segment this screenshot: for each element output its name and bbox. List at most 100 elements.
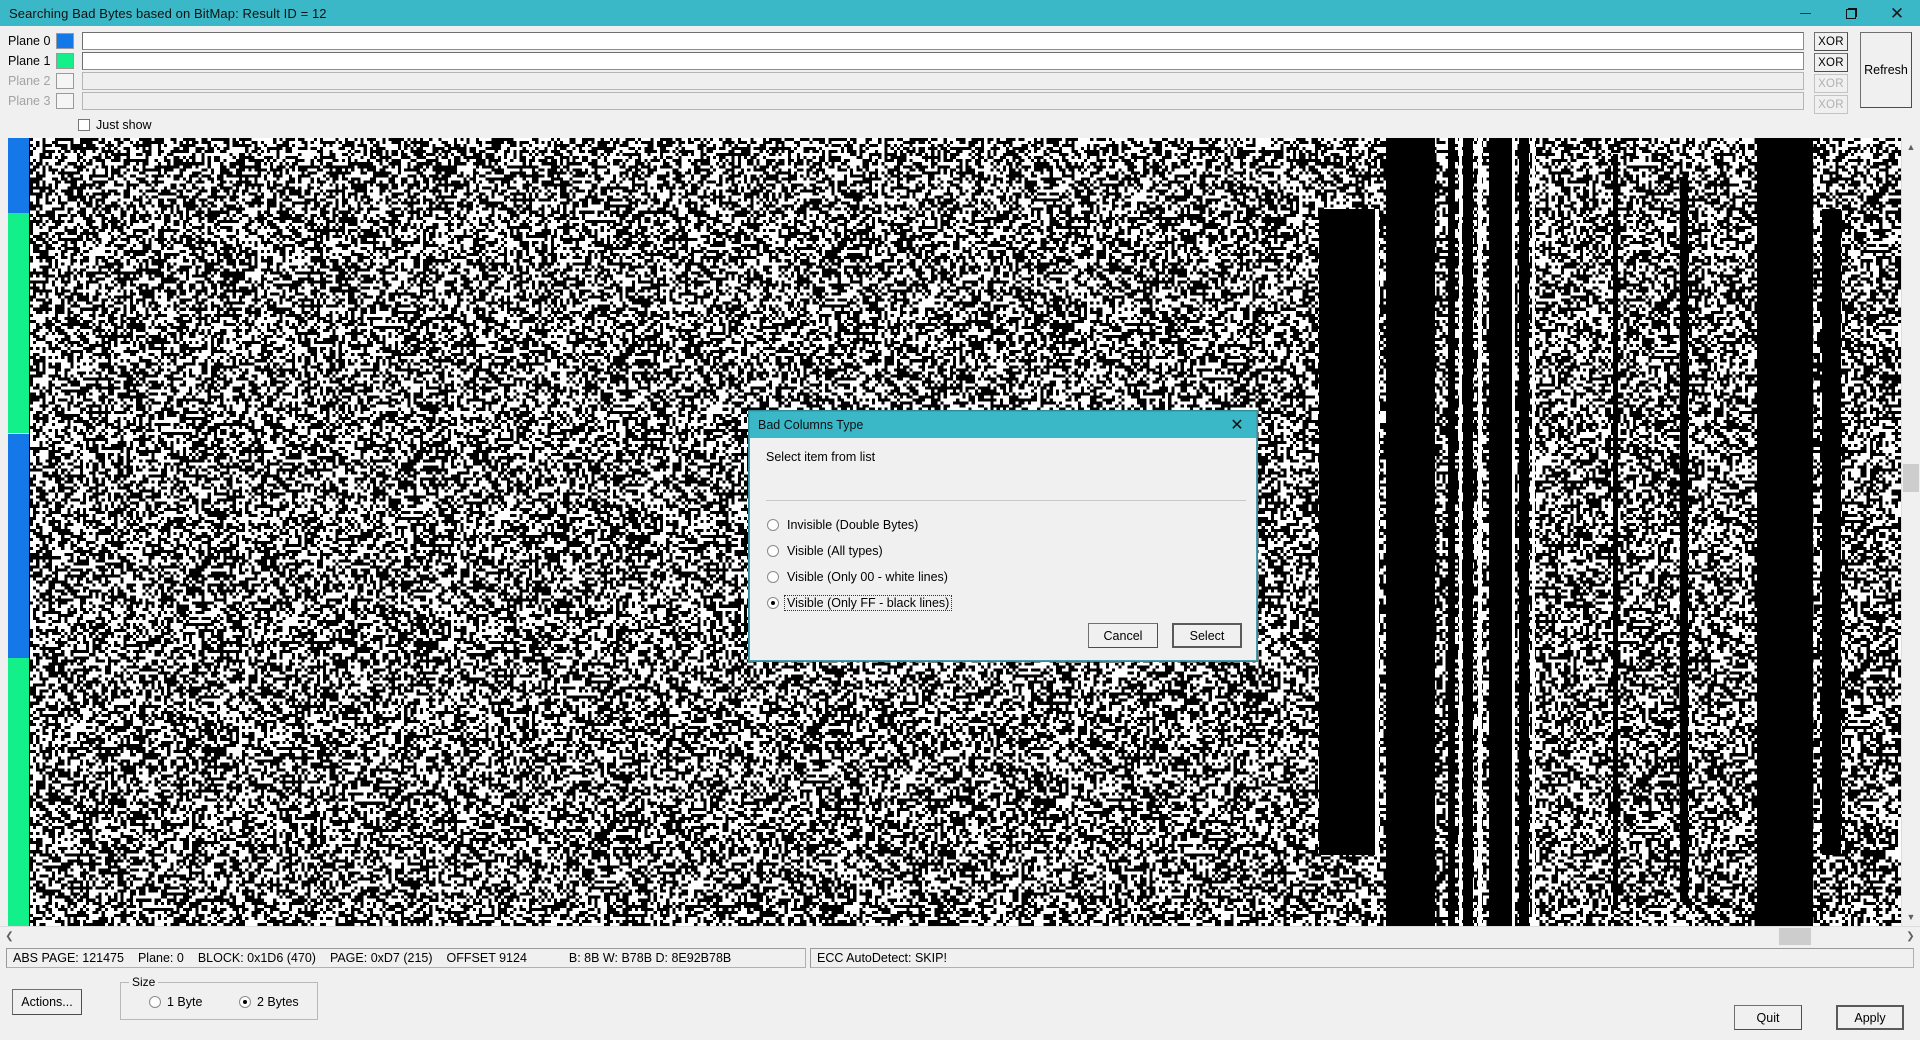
size-option-group: Size 1 Byte 2 Bytes bbox=[120, 975, 318, 1020]
close-button[interactable]: ✕ bbox=[1874, 0, 1920, 26]
scroll-left-arrow-icon[interactable]: ❮ bbox=[0, 927, 19, 946]
plane-color-swatch bbox=[56, 73, 74, 89]
status-info-panel: ABS PAGE: 121475 Plane: 0 BLOCK: 0x1D6 (… bbox=[6, 948, 806, 968]
plane-color-swatch bbox=[56, 93, 74, 109]
plane-label: Plane 2 bbox=[8, 74, 51, 88]
plane-row: Plane 0 bbox=[8, 30, 1808, 50]
plane-row: Plane 2 bbox=[8, 70, 1808, 90]
plane-strip-band bbox=[8, 658, 29, 926]
radio-icon bbox=[767, 545, 779, 557]
plane-pattern-input[interactable] bbox=[82, 32, 1804, 50]
plane-pattern-input bbox=[82, 92, 1804, 110]
plane-strip-band bbox=[8, 212, 29, 434]
plane-color-swatch[interactable] bbox=[56, 53, 74, 69]
option-label: Visible (All types) bbox=[787, 544, 883, 558]
bad-column-band bbox=[1680, 177, 1688, 903]
restore-button[interactable] bbox=[1828, 0, 1874, 26]
option-visible-only-00-white-lines[interactable]: Visible (Only 00 - white lines) bbox=[767, 567, 1256, 587]
plane-color-swatch[interactable] bbox=[56, 33, 74, 49]
vertical-scrollbar[interactable]: ▲ ▼ bbox=[1901, 138, 1920, 926]
plane-strip-band bbox=[8, 433, 29, 659]
bad-column-band bbox=[1756, 138, 1814, 926]
radio-icon bbox=[239, 996, 251, 1008]
minimize-icon bbox=[1799, 12, 1811, 14]
option-visible-only-ff-black-lines[interactable]: Visible (Only FF - black lines) bbox=[767, 593, 1256, 613]
xor-button-plane-3: XOR bbox=[1814, 95, 1848, 114]
xor-button-plane-1[interactable]: XOR bbox=[1814, 53, 1848, 72]
plane-strip-band bbox=[8, 138, 29, 213]
status-ecc-panel: ECC AutoDetect: SKIP! bbox=[810, 948, 1914, 968]
status-offset: OFFSET 9124 bbox=[446, 951, 527, 965]
window-titlebar: Searching Bad Bytes based on BitMap: Res… bbox=[0, 0, 1920, 26]
bad-column-band bbox=[1519, 138, 1529, 926]
plane-label: Plane 1 bbox=[8, 54, 51, 68]
option-label: Invisible (Double Bytes) bbox=[787, 518, 919, 532]
bad-column-band bbox=[1463, 138, 1473, 926]
horizontal-scroll-track[interactable] bbox=[19, 927, 1901, 946]
plane-label: Plane 0 bbox=[8, 34, 51, 48]
radio-icon bbox=[767, 597, 779, 609]
bad-column-band bbox=[1319, 208, 1376, 856]
size-option-2-bytes[interactable]: 2 Bytes bbox=[239, 995, 299, 1009]
bad-column-band bbox=[1448, 138, 1455, 926]
dialog-prompt: Select item from list bbox=[766, 450, 876, 464]
radio-icon bbox=[149, 996, 161, 1008]
just-show-label: Just show bbox=[96, 118, 152, 132]
bad-column-band bbox=[1612, 153, 1619, 911]
dialog-cancel-button[interactable]: Cancel bbox=[1088, 623, 1158, 648]
bad-column-white-line bbox=[1458, 138, 1462, 926]
status-block: BLOCK: 0x1D6 (470) bbox=[197, 951, 316, 965]
planes-panel: Plane 0 Plane 1 Plane 2 Plane 3 XOR XOR … bbox=[0, 26, 1920, 138]
xor-button-plane-2: XOR bbox=[1814, 74, 1848, 93]
plane-pattern-input[interactable] bbox=[82, 52, 1804, 70]
status-plane: Plane: 0 bbox=[137, 951, 184, 965]
plane-color-strip bbox=[8, 138, 30, 926]
plane-label: Plane 3 bbox=[8, 94, 51, 108]
option-visible-all-types[interactable]: Visible (All types) bbox=[767, 541, 1256, 561]
bottom-toolbar: Actions... Size 1 Byte 2 Bytes Quit Appl… bbox=[0, 971, 1920, 1040]
close-icon: ✕ bbox=[1230, 417, 1244, 434]
option-invisible-double-bytes[interactable]: Invisible (Double Bytes) bbox=[767, 515, 1256, 535]
status-bwd: B: 8B W: B78B D: 8E92B78B bbox=[568, 951, 732, 965]
dialog-titlebar: Bad Columns Type ✕ bbox=[750, 412, 1256, 438]
xor-button-plane-0[interactable]: XOR bbox=[1814, 32, 1848, 51]
plane-pattern-input bbox=[82, 72, 1804, 90]
bad-column-white-line bbox=[1511, 138, 1516, 926]
scroll-up-arrow-icon[interactable]: ▲ bbox=[1902, 138, 1920, 156]
dialog-select-button[interactable]: Select bbox=[1172, 623, 1242, 648]
bad-columns-type-dialog: Bad Columns Type ✕ Select item from list… bbox=[749, 411, 1257, 661]
bad-column-white-line bbox=[1532, 138, 1536, 926]
plane-row: Plane 3 bbox=[8, 90, 1808, 110]
close-icon: ✕ bbox=[1889, 3, 1905, 23]
bad-column-band bbox=[1386, 138, 1436, 926]
vertical-scroll-thumb[interactable] bbox=[1903, 464, 1919, 492]
quit-button[interactable]: Quit bbox=[1734, 1005, 1802, 1030]
window-title: Searching Bad Bytes based on BitMap: Res… bbox=[9, 5, 327, 21]
vertical-scroll-track[interactable] bbox=[1902, 156, 1920, 908]
bad-column-white-line bbox=[1478, 138, 1483, 926]
restore-icon bbox=[1845, 7, 1857, 19]
window-controls: ✕ bbox=[1782, 0, 1920, 26]
status-page: PAGE: 0xD7 (215) bbox=[329, 951, 433, 965]
status-bar: ABS PAGE: 121475 Plane: 0 BLOCK: 0x1D6 (… bbox=[0, 945, 1920, 971]
scroll-down-arrow-icon[interactable]: ▼ bbox=[1902, 908, 1920, 926]
bad-column-band bbox=[1822, 208, 1842, 856]
minimize-button[interactable] bbox=[1782, 0, 1828, 26]
just-show-checkbox[interactable]: Just show bbox=[78, 117, 1920, 133]
horizontal-scrollbar[interactable]: ❮ ❯ bbox=[0, 926, 1920, 945]
dialog-close-button[interactable]: ✕ bbox=[1218, 412, 1256, 438]
actions-button[interactable]: Actions... bbox=[12, 989, 82, 1015]
bad-column-band bbox=[1489, 138, 1512, 926]
apply-button[interactable]: Apply bbox=[1836, 1005, 1904, 1030]
radio-icon bbox=[767, 519, 779, 531]
option-label: Visible (Only FF - black lines) bbox=[783, 595, 953, 611]
option-label: Visible (Only 00 - white lines) bbox=[787, 570, 948, 584]
checkbox-box-icon bbox=[78, 119, 90, 131]
dialog-title: Bad Columns Type bbox=[758, 418, 864, 432]
plane-rows-list: Plane 0 Plane 1 Plane 2 Plane 3 bbox=[0, 30, 1808, 110]
refresh-button[interactable]: Refresh bbox=[1860, 32, 1912, 108]
status-abs-page: ABS PAGE: 121475 bbox=[13, 951, 124, 965]
horizontal-scroll-thumb[interactable] bbox=[1779, 927, 1811, 945]
size-option-1-byte[interactable]: 1 Byte bbox=[149, 995, 202, 1009]
scroll-right-arrow-icon[interactable]: ❯ bbox=[1901, 927, 1920, 946]
